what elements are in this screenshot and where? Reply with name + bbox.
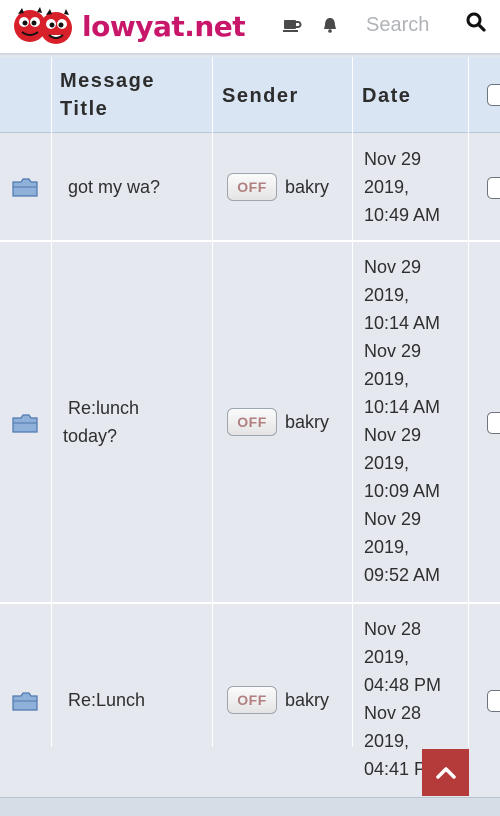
sender-name[interactable]: bakry — [285, 173, 329, 201]
folder-icon — [12, 692, 38, 711]
row-checkbox[interactable] — [487, 412, 500, 434]
date-line: 2019, — [364, 369, 410, 389]
date-cell: Nov 29 2019, 10:49 AM — [364, 145, 440, 229]
column-header-date[interactable]: Date — [362, 85, 411, 108]
brand-name: lowyat.net — [82, 9, 246, 43]
status-toggle[interactable]: OFF — [227, 686, 277, 714]
site-logo[interactable]: lowyat.net — [12, 4, 246, 48]
back-to-top-button[interactable] — [422, 749, 469, 796]
message-title-line2[interactable]: today? — [63, 422, 117, 450]
folder-icon — [12, 414, 38, 433]
date-line: Nov 29 — [364, 509, 422, 529]
date-line: 10:14 AM — [364, 397, 441, 417]
chevron-up-icon — [435, 766, 456, 779]
table-row[interactable]: Re:lunch today? OFF bakry Nov 29 2019, 1… — [0, 242, 500, 604]
table-row[interactable]: got my wa? OFF bakry Nov 29 2019, 10:49 … — [0, 133, 500, 242]
message-title-line1[interactable]: Re:lunch — [68, 394, 139, 422]
top-navbar: lowyat.net Search — [0, 0, 500, 55]
select-all-checkbox[interactable] — [487, 84, 500, 106]
search-icon[interactable] — [462, 9, 490, 37]
mascot-logo — [14, 7, 72, 44]
date-line: Nov 29 — [364, 425, 422, 445]
row-checkbox[interactable] — [487, 177, 500, 199]
date-line: 10:14 AM — [364, 313, 441, 333]
status-label: OFF — [237, 692, 267, 708]
folder-icon — [12, 178, 38, 197]
status-toggle[interactable]: OFF — [227, 173, 277, 201]
coffee-icon[interactable] — [281, 14, 303, 36]
date-line: Nov 29 — [364, 149, 422, 169]
message-title[interactable]: got my wa? — [68, 173, 160, 201]
date-line: 2019, — [364, 647, 410, 667]
date-line: Nov 29 — [364, 341, 422, 361]
search-input[interactable]: Search — [366, 14, 429, 37]
status-label: OFF — [237, 414, 267, 430]
date-line: Nov 28 — [364, 703, 422, 723]
date-line: 10:49 AM — [364, 205, 441, 225]
date-line: 2019, — [364, 285, 410, 305]
date-line: 2019, — [364, 177, 410, 197]
status-toggle[interactable]: OFF — [227, 408, 277, 436]
sender-name[interactable]: bakry — [285, 686, 329, 714]
message-title[interactable]: Re:Lunch — [68, 686, 145, 714]
table-header: Message Title Sender Date — [0, 57, 500, 133]
date-line: 2019, — [364, 537, 410, 557]
column-header-sender[interactable]: Sender — [222, 85, 299, 108]
column-divider — [212, 57, 213, 747]
date-line: 09:52 AM — [364, 565, 441, 585]
column-header-title-line1[interactable]: Message — [60, 70, 155, 93]
column-divider — [468, 57, 469, 747]
date-line: 04:48 PM — [364, 675, 442, 695]
column-header-title-line2[interactable]: Title — [60, 98, 108, 121]
date-line: Nov 29 — [364, 257, 422, 277]
date-line: 2019, — [364, 453, 410, 473]
sender-name[interactable]: bakry — [285, 408, 329, 436]
date-line: Nov 28 — [364, 619, 422, 639]
pagination-bar — [0, 797, 500, 816]
bell-icon[interactable] — [319, 14, 341, 36]
date-cell: Nov 29 2019, 10:14 AM Nov 29 2019, 10:14… — [364, 253, 440, 589]
row-checkbox[interactable] — [487, 690, 500, 712]
column-divider — [352, 57, 353, 747]
status-label: OFF — [237, 179, 267, 195]
column-divider — [51, 57, 52, 747]
date-line: 10:09 AM — [364, 481, 441, 501]
